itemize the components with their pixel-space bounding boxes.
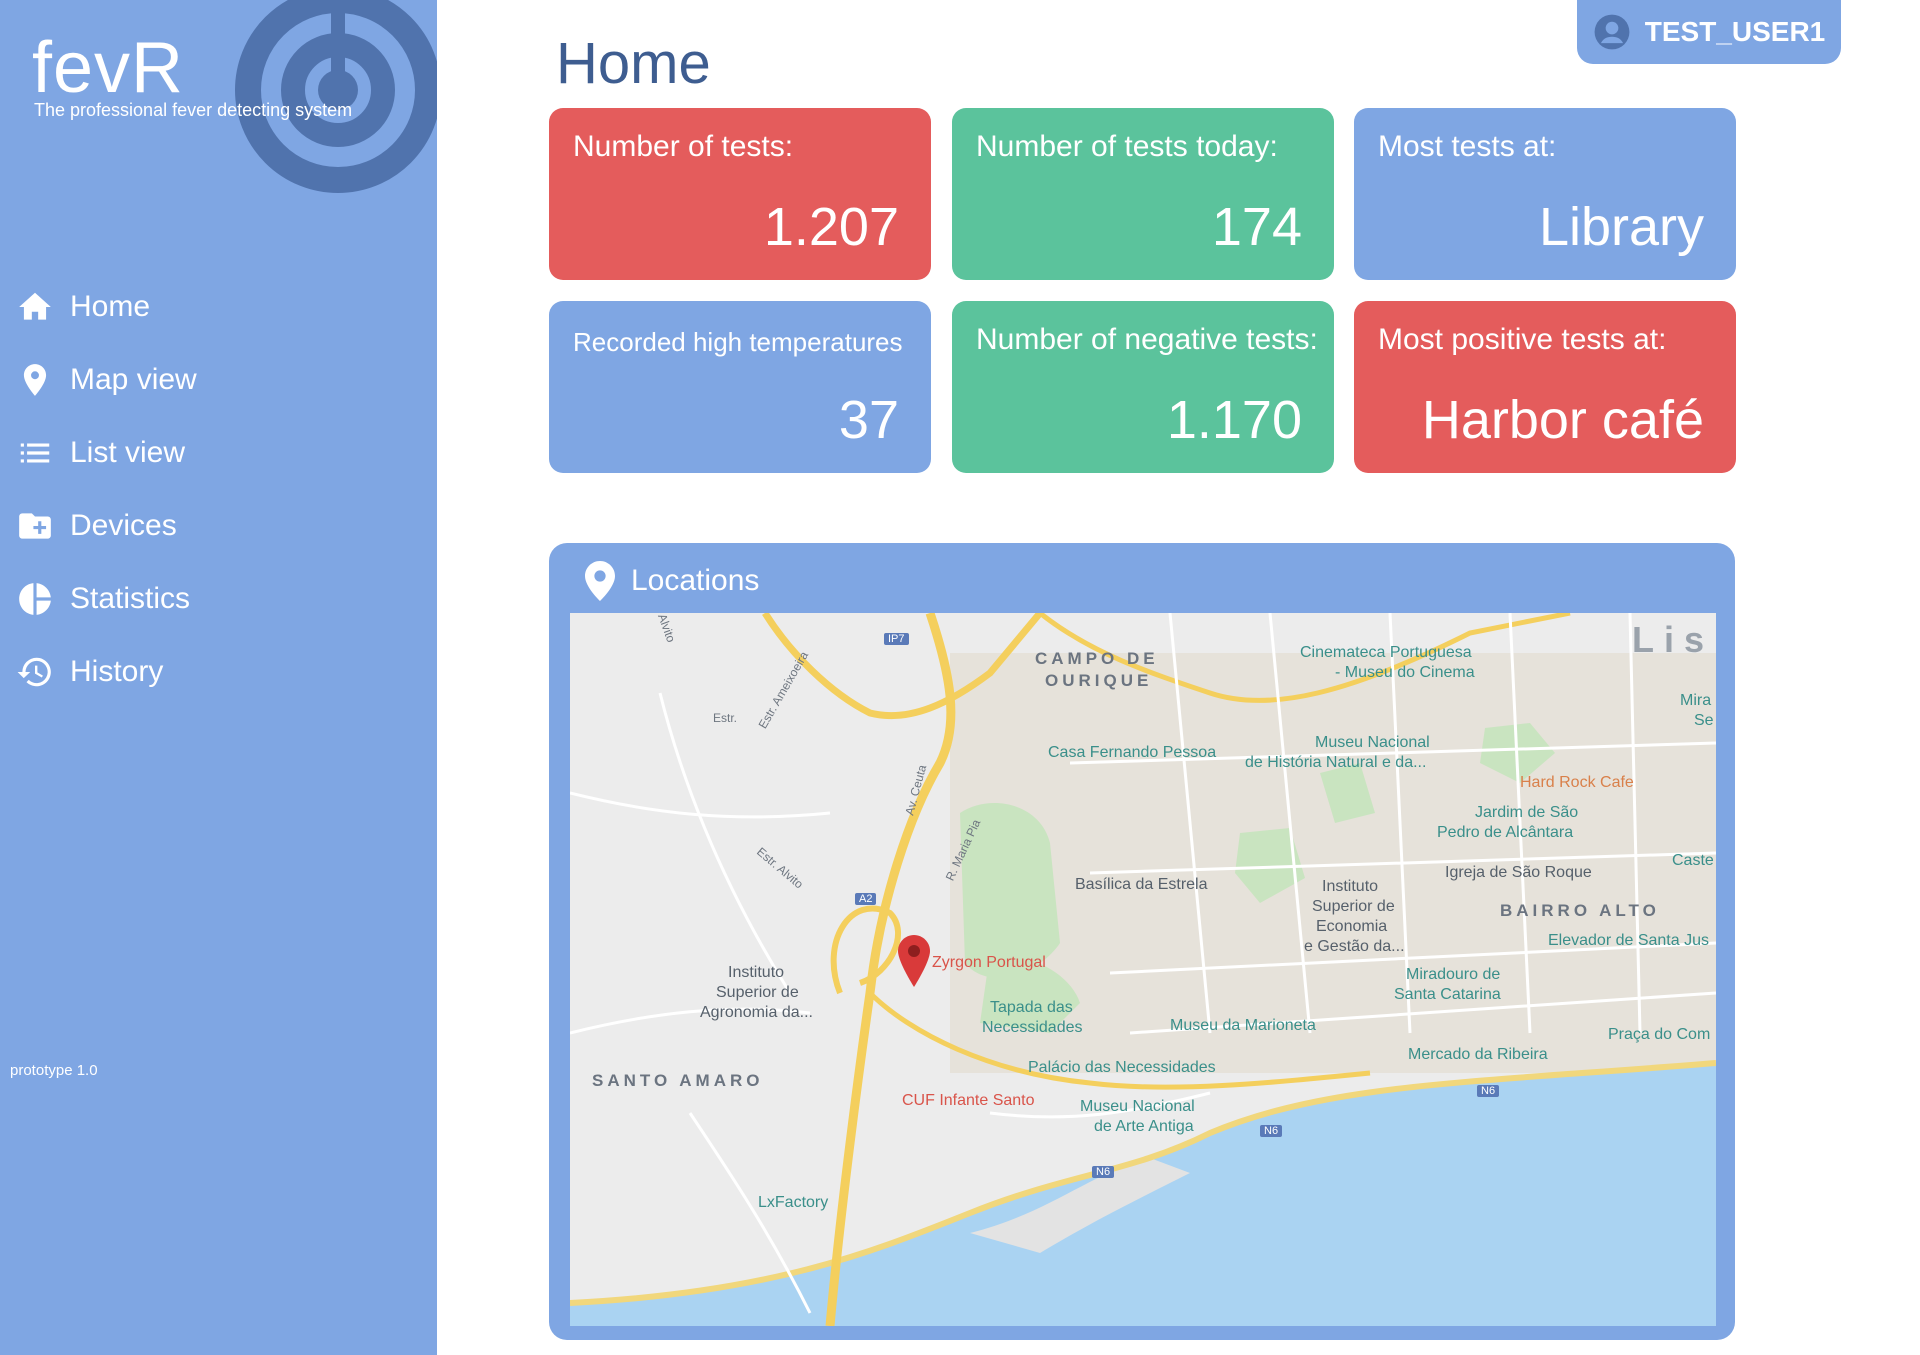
- map-view[interactable]: CAMPO DE OURIQUE SANTO AMARO BAIRRO ALTO…: [570, 613, 1716, 1326]
- list-icon: [14, 432, 56, 474]
- poi-label[interactable]: Santa Catarina: [1394, 985, 1501, 1004]
- road-shield: N6: [1477, 1085, 1500, 1097]
- poi-label[interactable]: Museu Nacional: [1315, 733, 1430, 752]
- poi-label[interactable]: Palácio das Necessidades: [1028, 1058, 1216, 1077]
- district-label: SANTO AMARO: [592, 1071, 764, 1090]
- district-label: BAIRRO ALTO: [1500, 901, 1660, 920]
- road-shield: N6: [1260, 1125, 1283, 1137]
- user-name: TEST_USER1: [1644, 16, 1826, 47]
- stat-card-most-tests[interactable]: Most tests at: Library: [1354, 108, 1736, 280]
- poi-label[interactable]: CUF Infante Santo: [902, 1091, 1035, 1110]
- sidebar-item-label: Home: [70, 289, 151, 323]
- stat-label: Most tests at:: [1378, 130, 1557, 163]
- district-label: OURIQUE: [1045, 671, 1153, 690]
- poi-label[interactable]: Agronomia da...: [700, 1003, 813, 1022]
- sidebar-item-label: Devices: [70, 508, 177, 542]
- stat-card-most-positive[interactable]: Most positive tests at: Harbor café: [1354, 301, 1736, 473]
- sidebar-item-map-view[interactable]: Map view: [0, 343, 437, 416]
- poi-label[interactable]: Jardim de São: [1475, 803, 1578, 822]
- stat-value: 37: [838, 390, 899, 450]
- poi-label[interactable]: Se: [1694, 711, 1714, 730]
- brand[interactable]: fevR The professional fever detecting sy…: [32, 32, 352, 121]
- poi-label[interactable]: Superior de: [716, 983, 799, 1002]
- poi-label[interactable]: de História Natural e da...: [1245, 753, 1426, 772]
- sidebar-item-history[interactable]: History: [0, 635, 437, 708]
- poi-label[interactable]: Elevador de Santa Jus: [1548, 931, 1709, 950]
- stat-card-tests[interactable]: Number of tests: 1.207: [549, 108, 931, 280]
- poi-label[interactable]: Museu da Marioneta: [1170, 1016, 1316, 1035]
- pie-chart-icon: [14, 578, 56, 620]
- stat-value: 1.207: [763, 197, 899, 257]
- poi-label[interactable]: Instituto: [1322, 877, 1378, 896]
- stat-label: Number of tests:: [573, 130, 794, 163]
- sidebar-item-devices[interactable]: Devices: [0, 489, 437, 562]
- brand-tagline: The professional fever detecting system: [34, 100, 353, 120]
- home-icon: [14, 286, 56, 328]
- road-shield: A2: [855, 893, 877, 905]
- poi-label[interactable]: Cinemateca Portuguesa: [1300, 643, 1472, 662]
- sidebar-item-label: History: [70, 654, 164, 688]
- poi-label[interactable]: Museu Nacional: [1080, 1097, 1195, 1116]
- brand-name: fevR: [32, 28, 185, 108]
- stat-label: Recorded high temperatures: [573, 327, 903, 357]
- stat-card-negative-tests[interactable]: Number of negative tests: 1.170: [952, 301, 1334, 473]
- poi-label[interactable]: Basílica da Estrela: [1075, 875, 1208, 894]
- sidebar-nav: Home Map view List view Devices Statisti…: [0, 270, 437, 708]
- folder-plus-icon: [14, 505, 56, 547]
- poi-label[interactable]: Mercado da Ribeira: [1408, 1045, 1548, 1064]
- poi-label[interactable]: LxFactory: [758, 1193, 828, 1212]
- poi-label[interactable]: Igreja de São Roque: [1445, 863, 1592, 882]
- sidebar-item-label: Map view: [70, 362, 197, 396]
- user-menu-button[interactable]: TEST_USER1: [1577, 0, 1841, 64]
- locations-header: Locations: [585, 561, 759, 601]
- user-icon: [1594, 14, 1630, 50]
- poi-label[interactable]: Caste: [1672, 851, 1714, 870]
- road-shield: IP7: [884, 633, 909, 645]
- poi-label[interactable]: Superior de: [1312, 897, 1395, 916]
- poi-label[interactable]: Instituto: [728, 963, 784, 982]
- poi-label[interactable]: Mira: [1680, 691, 1711, 710]
- poi-label[interactable]: Hard Rock Cafe: [1520, 773, 1634, 792]
- stat-value: 1.170: [1166, 390, 1302, 450]
- stat-label: Number of tests today:: [976, 130, 1278, 163]
- stat-value: Harbor café: [1421, 390, 1704, 450]
- poi-label[interactable]: de Arte Antiga: [1094, 1117, 1194, 1136]
- map-pin-icon: [585, 561, 615, 601]
- stat-label: Number of negative tests:: [976, 323, 1318, 356]
- locations-title: Locations: [631, 564, 760, 597]
- sidebar: fevR The professional fever detecting sy…: [0, 0, 437, 1355]
- poi-label[interactable]: Praça do Com: [1608, 1025, 1710, 1044]
- sidebar-item-home[interactable]: Home: [0, 270, 437, 343]
- page-title: Home: [556, 31, 711, 96]
- stat-value: Library: [1538, 197, 1704, 257]
- history-icon: [14, 651, 56, 693]
- sidebar-item-label: List view: [70, 435, 186, 469]
- map-pin-icon: [14, 359, 56, 401]
- stat-card-tests-today[interactable]: Number of tests today: 174: [952, 108, 1334, 280]
- sidebar-item-list-view[interactable]: List view: [0, 416, 437, 489]
- poi-label[interactable]: Pedro de Alcântara: [1437, 823, 1573, 842]
- stat-value: 174: [1211, 197, 1302, 257]
- poi-label[interactable]: - Museu do Cinema: [1335, 663, 1475, 682]
- road-shield: N6: [1092, 1166, 1115, 1178]
- version-label: prototype 1.0: [10, 1062, 98, 1079]
- street-label: Estr.: [713, 711, 738, 725]
- poi-label[interactable]: Economia: [1316, 917, 1387, 936]
- poi-label[interactable]: Necessidades: [982, 1018, 1083, 1037]
- location-marker-icon[interactable]: [898, 935, 930, 987]
- stat-card-high-temperatures[interactable]: Recorded high temperatures 37: [549, 301, 931, 473]
- district-label: Lisb: [1632, 619, 1716, 660]
- poi-label[interactable]: e Gestão da...: [1304, 937, 1405, 956]
- locations-panel: Locations CAMPO DE OURIQUE SANTO AMARO B…: [549, 543, 1735, 1340]
- poi-label[interactable]: Miradouro de: [1406, 965, 1500, 984]
- marker-label[interactable]: Zyrgon Portugal: [932, 953, 1046, 972]
- poi-label[interactable]: Casa Fernando Pessoa: [1048, 743, 1216, 762]
- sidebar-item-statistics[interactable]: Statistics: [0, 562, 437, 635]
- poi-label[interactable]: Tapada das: [990, 998, 1073, 1017]
- sidebar-item-label: Statistics: [70, 581, 191, 615]
- district-label: CAMPO DE: [1035, 649, 1159, 668]
- stat-label: Most positive tests at:: [1378, 323, 1667, 356]
